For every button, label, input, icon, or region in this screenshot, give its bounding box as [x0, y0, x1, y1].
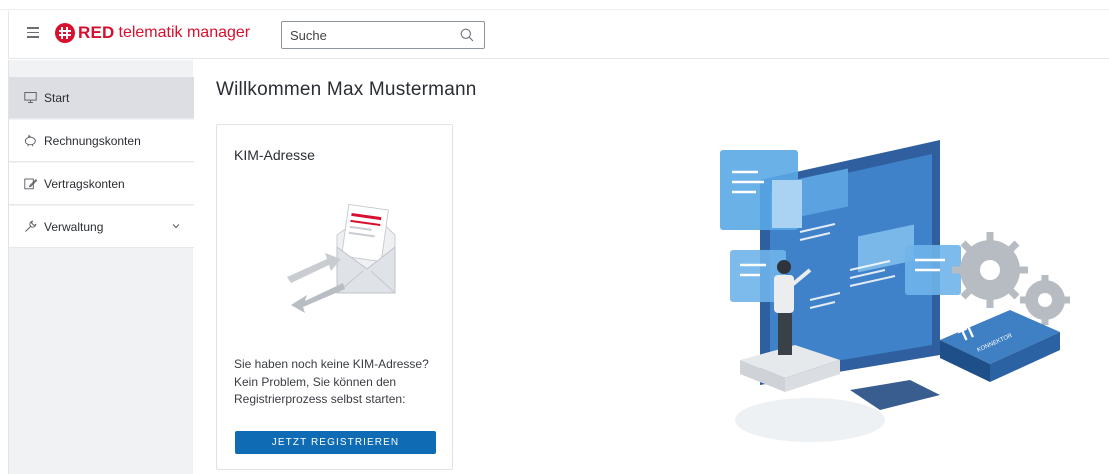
envelope-arrows-illustration: [287, 203, 396, 313]
monitor-icon: [24, 92, 37, 103]
sidebar-item-start[interactable]: Start: [9, 77, 194, 119]
card-description: Sie haben noch keine KIM-Adresse? Kein P…: [234, 356, 439, 409]
red-logo-mark-icon: [55, 23, 75, 43]
search-input[interactable]: [290, 26, 450, 44]
brand-name-rest: telematik manager: [118, 24, 251, 41]
card-text-line-3: Registrierprozess selbst starten:: [234, 392, 406, 406]
sidebar-item-rechnungskonten[interactable]: Rechnungskonten: [9, 120, 194, 162]
hamburger-menu-icon[interactable]: [27, 27, 39, 39]
brand-logo[interactable]: RED telematik manager: [55, 23, 250, 43]
card-title: KIM-Adresse: [234, 147, 315, 163]
sidebar-item-vertragskonten[interactable]: Vertragskonten: [9, 163, 194, 205]
register-button[interactable]: JETZT REGISTRIEREN: [235, 431, 436, 454]
page-title: Willkommen Max Mustermann: [216, 79, 477, 100]
search-icon[interactable]: [460, 28, 474, 42]
sidebar-item-label: Vertragskonten: [44, 177, 125, 191]
card-text-line-1: Sie haben noch keine KIM-Adresse?: [234, 357, 429, 371]
search-box[interactable]: [281, 21, 485, 49]
chevron-down-icon[interactable]: [172, 223, 180, 229]
top-strip: [0, 0, 1109, 10]
sidebar: Start Rechnungskonten Vertragskonten Ver…: [8, 60, 194, 474]
piggy-bank-icon: [24, 134, 36, 147]
sidebar-item-label: Verwaltung: [44, 220, 104, 234]
sidebar-item-label: Rechnungskonten: [44, 134, 141, 148]
kim-address-card: KIM-Adresse Sie haben noch keine KIM-Adr…: [216, 124, 453, 470]
contract-edit-icon: [24, 178, 37, 190]
sidebar-item-label: Start: [44, 91, 70, 105]
card-text-line-2: Kein Problem, Sie können den: [234, 374, 397, 389]
brand-name-bold: RED: [78, 23, 115, 42]
app-header: RED telematik manager: [8, 11, 1109, 59]
wrench-icon: [25, 220, 37, 232]
sidebar-item-verwaltung[interactable]: Verwaltung: [9, 206, 194, 248]
ti-konnektor-monitor-illustration: TI KONNEKTOR: [720, 140, 1070, 442]
